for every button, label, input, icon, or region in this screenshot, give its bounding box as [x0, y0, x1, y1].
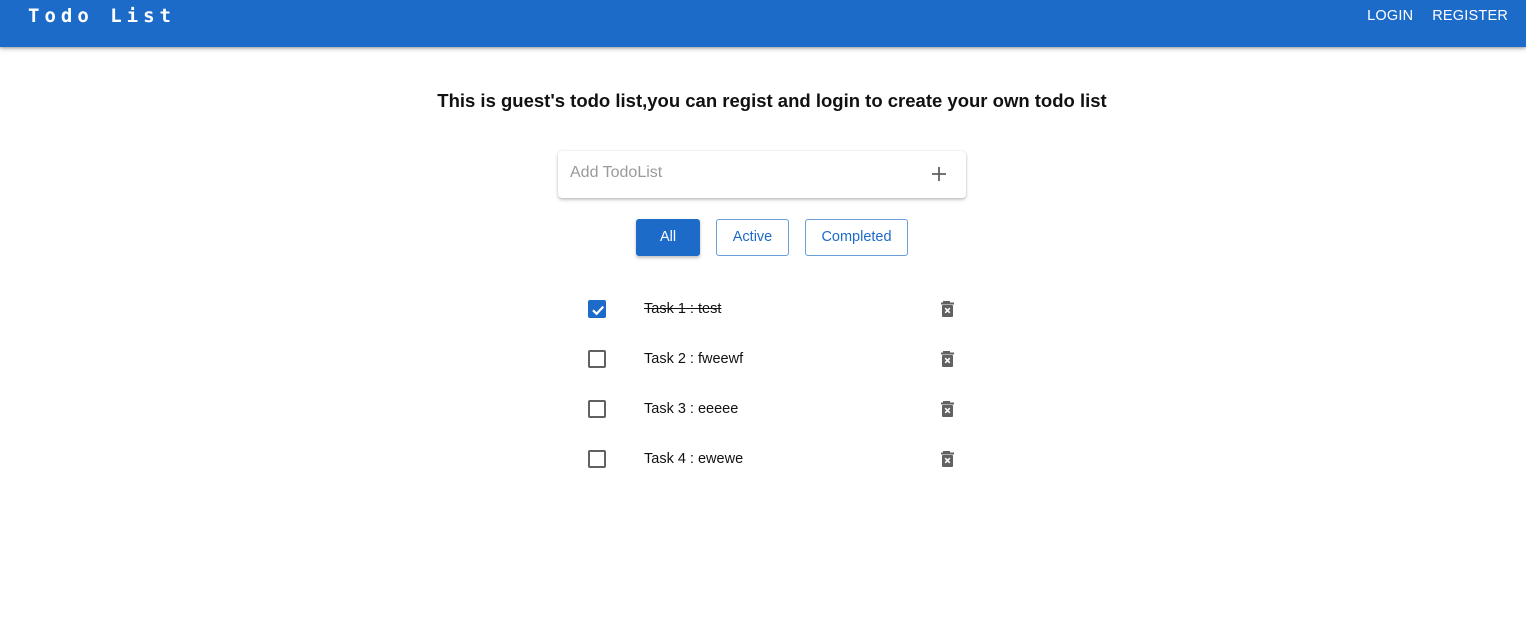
- plus-icon: [932, 167, 946, 181]
- todo-text: Task 3 : eeeee: [644, 401, 739, 417]
- app-title: Todo List: [28, 5, 176, 27]
- todo-item: Task 2 : fweewf: [576, 339, 966, 379]
- delete-forever-icon: [941, 301, 954, 317]
- todo-checkbox[interactable]: [588, 450, 606, 468]
- filter-completed-button[interactable]: Completed: [805, 219, 908, 256]
- page-headline: This is guest's todo list,you can regist…: [437, 90, 1107, 111]
- delete-forever-icon: [941, 401, 954, 417]
- todo-item: Task 1 : test: [576, 289, 966, 329]
- filter-all-button[interactable]: All: [636, 219, 700, 256]
- delete-todo-button[interactable]: [938, 399, 958, 419]
- app-bar: Todo List LOGIN REGISTER: [0, 0, 1526, 47]
- todo-text: Task 2 : fweewf: [644, 351, 744, 367]
- filter-active-button[interactable]: Active: [716, 219, 789, 256]
- top-nav: LOGIN REGISTER: [1367, 7, 1508, 25]
- todo-text: Task 4 : ewewe: [644, 451, 744, 467]
- delete-forever-icon: [941, 451, 954, 467]
- delete-forever-icon: [941, 351, 954, 367]
- filter-buttons: All Active Completed: [0, 219, 1526, 256]
- todo-checkbox[interactable]: [588, 400, 606, 418]
- delete-todo-button[interactable]: [938, 299, 958, 319]
- register-button[interactable]: REGISTER: [1432, 7, 1508, 25]
- add-todo-input[interactable]: [570, 161, 900, 185]
- todo-item: Task 3 : eeeee: [576, 389, 966, 429]
- add-todo-button[interactable]: [924, 159, 954, 189]
- todo-checkbox[interactable]: [588, 300, 606, 318]
- todo-text: Task 1 : test: [644, 301, 722, 317]
- check-icon: [592, 305, 605, 316]
- todo-checkbox[interactable]: [588, 350, 606, 368]
- delete-todo-button[interactable]: [938, 449, 958, 469]
- todo-item: Task 4 : ewewe: [576, 439, 966, 479]
- add-todo-box: [558, 151, 966, 198]
- delete-todo-button[interactable]: [938, 349, 958, 369]
- login-button[interactable]: LOGIN: [1367, 7, 1413, 25]
